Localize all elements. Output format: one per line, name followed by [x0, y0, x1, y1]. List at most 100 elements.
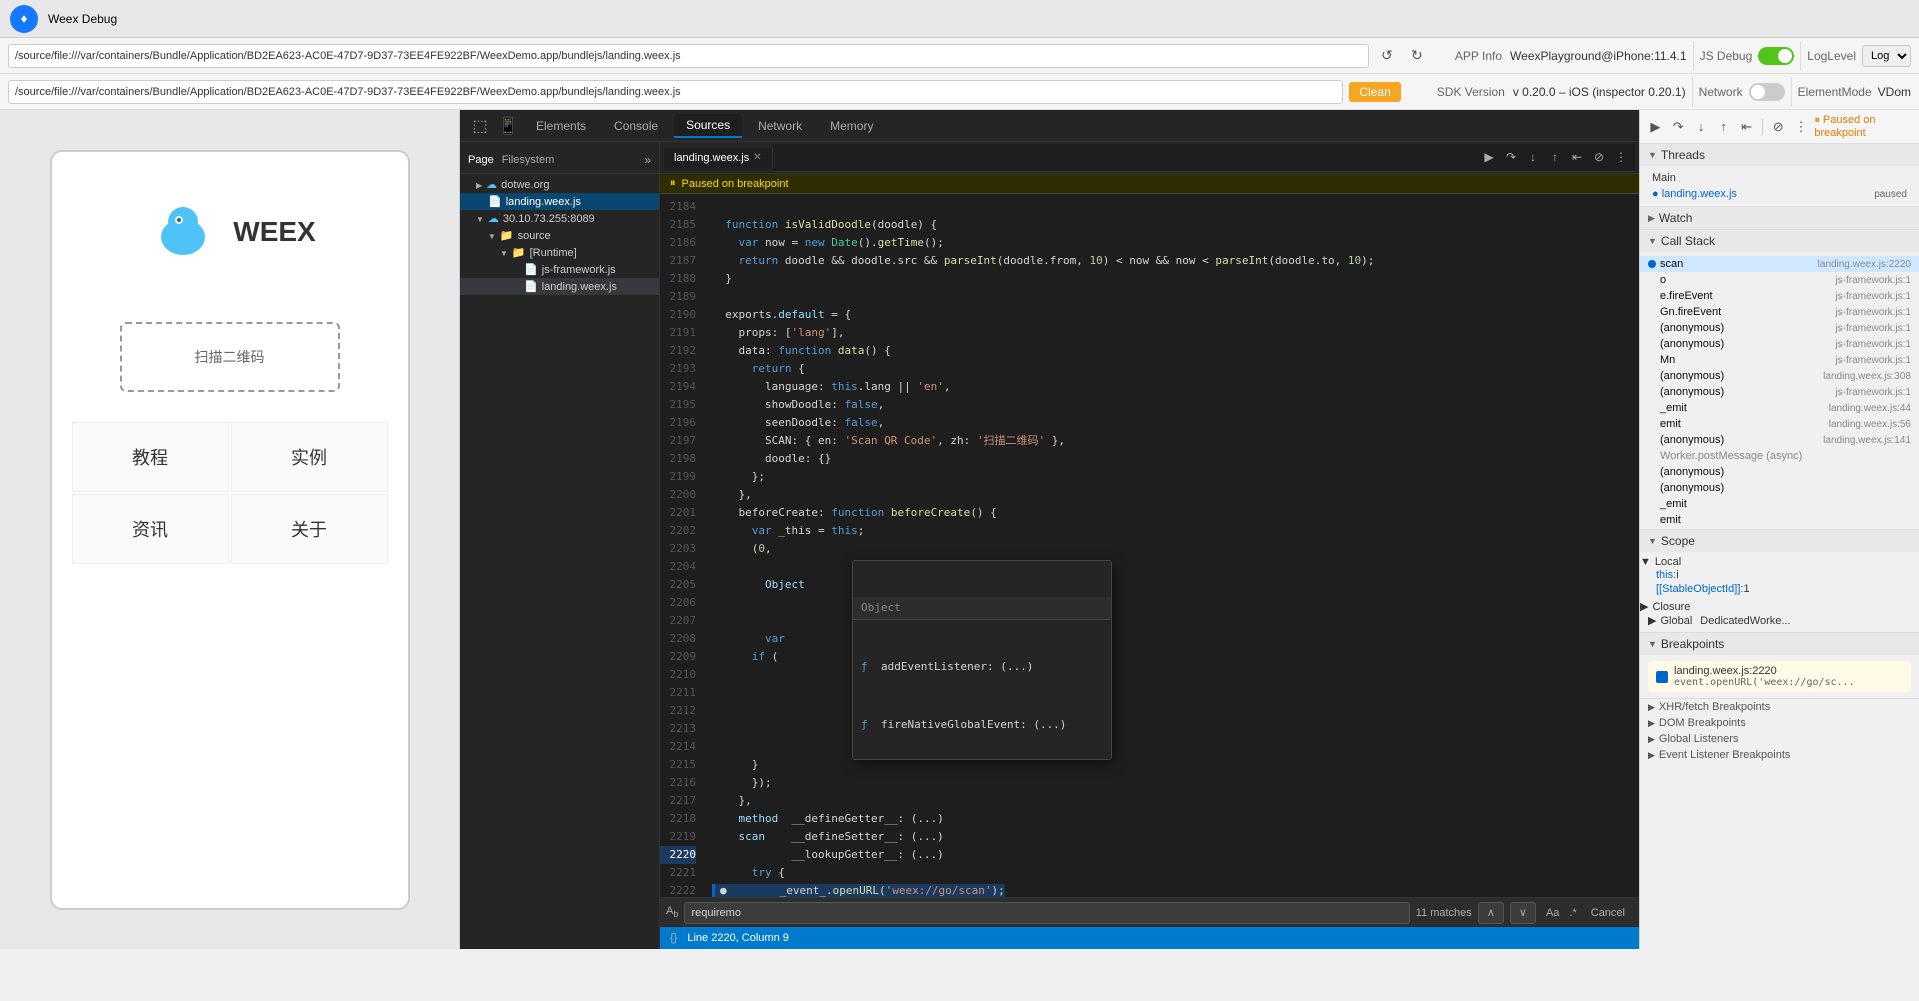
debug-step-over-btn[interactable]: ↷ [1669, 116, 1688, 138]
tree-item-landing[interactable]: 📄 landing.weex.js [460, 278, 659, 295]
debug-step-out-btn[interactable]: ↑ [1714, 116, 1733, 138]
back-btn[interactable]: ↺ [1375, 44, 1399, 68]
log-level-select[interactable]: Log [1862, 45, 1911, 67]
menu-item-tutorials[interactable]: 教程 [72, 422, 229, 492]
scope-header[interactable]: ▼ Scope [1640, 530, 1919, 552]
menu-item-examples[interactable]: 实例 [231, 422, 388, 492]
callstack-anon1[interactable]: (anonymous) js-framework.js:1 [1640, 320, 1919, 336]
thread-main[interactable]: Main [1640, 170, 1919, 186]
callstack-anon2[interactable]: (anonymous) js-framework.js:1 [1640, 336, 1919, 352]
callstack-mn[interactable]: Mn js-framework.js:1 [1640, 352, 1919, 368]
xhr-arrow: ▶ [1648, 702, 1655, 713]
threads-header[interactable]: ▼ Threads [1640, 144, 1919, 166]
settings-btn[interactable]: ⋮ [1611, 147, 1631, 167]
tree-item-runtime[interactable]: 📁 [Runtime] [460, 244, 659, 261]
callstack-worker[interactable]: Worker.postMessage (async) [1640, 448, 1919, 464]
debug-step-back-btn[interactable]: ⇤ [1737, 116, 1756, 138]
tab-console[interactable]: Console [602, 115, 670, 137]
ac-item-addeventlistener[interactable]: ƒaddEventListener: (...) [853, 656, 1111, 678]
deactivate-btn[interactable]: ⊘ [1589, 147, 1609, 167]
callstack-scan[interactable]: scan landing.weex.js:2220 [1640, 256, 1919, 272]
callstack-anon4[interactable]: (anonymous) js-framework.js:1 [1640, 384, 1919, 400]
callstack-anon5[interactable]: (anonymous) landing.weex.js:141 [1640, 432, 1919, 448]
callstack-emit1[interactable]: _emit landing.weex.js:44 [1640, 400, 1919, 416]
tab-elements[interactable]: Elements [524, 115, 598, 137]
callstack-anon7[interactable]: (anonymous) [1640, 480, 1919, 496]
url-input[interactable] [8, 44, 1369, 68]
regex-btn[interactable]: .* [1569, 907, 1576, 919]
inspect-icon[interactable]: ⬚ [468, 114, 492, 138]
dom-breakpoints-group[interactable]: ▶ DOM Breakpoints [1640, 715, 1919, 731]
tree-item-dotwe[interactable]: dotwe.org [460, 176, 659, 193]
ac-item-firenative[interactable]: ƒfireNativeGlobalEvent: (...) [853, 714, 1111, 736]
folder-icon2: 📁 [512, 246, 526, 259]
call-dot [1648, 260, 1656, 268]
step-into-btn[interactable]: ↓ [1523, 147, 1543, 167]
tree-item-jsfw[interactable]: 📄 js-framework.js [460, 261, 659, 278]
status-bar: {} Line 2220, Column 9 [660, 927, 1639, 949]
search-next-btn[interactable]: ∨ [1510, 902, 1536, 924]
tree-item-landing-top[interactable]: 📄 landing.weex.js [460, 193, 659, 210]
bp-checkbox[interactable] [1656, 671, 1668, 683]
callstack-anon3[interactable]: (anonymous) landing.weex.js:308 [1640, 368, 1919, 384]
history-url-input[interactable] [8, 80, 1343, 104]
step-over-btn[interactable]: ↷ [1501, 147, 1521, 167]
callstack-emit2[interactable]: emit landing.weex.js:56 [1640, 416, 1919, 432]
callstack-anon6[interactable]: (anonymous) [1640, 464, 1919, 480]
breakpoints-header[interactable]: ▼ Breakpoints [1640, 633, 1919, 655]
center-panel: ⬚ 📱 Elements Console Sources Network Mem… [460, 110, 1639, 949]
tree-tab-page[interactable]: Page [468, 154, 494, 166]
callstack-emit4[interactable]: emit [1640, 512, 1919, 528]
log-level-label: LogLevel [1807, 49, 1856, 63]
step-back-btn[interactable]: ⇤ [1567, 147, 1587, 167]
debug-sep [1762, 119, 1763, 135]
bird-icon [143, 192, 223, 272]
scope-stableid: [[StableObjectId]]: 1 [1640, 582, 1919, 596]
tab-close-icon[interactable]: ✕ [753, 152, 761, 163]
clean-button[interactable]: Clean [1349, 82, 1400, 102]
tree-item-source[interactable]: 📁 source [460, 227, 659, 244]
callstack-efireevent[interactable]: e.fireEvent js-framework.js:1 [1640, 288, 1919, 304]
debug-play-btn[interactable]: ▶ [1646, 116, 1665, 138]
tab-memory[interactable]: Memory [818, 115, 885, 137]
editor-tab-landing[interactable]: landing.weex.js ✕ [664, 148, 773, 168]
app-info-label: APP Info [1455, 49, 1502, 63]
qr-container[interactable]: 扫描二维码 [120, 322, 340, 392]
step-out-btn[interactable]: ↑ [1545, 147, 1565, 167]
device-icon[interactable]: 📱 [496, 114, 520, 138]
debug-deactivate-btn[interactable]: ⊘ [1769, 116, 1788, 138]
refresh-btn[interactable]: ↻ [1405, 44, 1429, 68]
code-lines[interactable]: function isValidDoodle(doodle) { var now… [704, 194, 1639, 897]
xhr-breakpoints-group[interactable]: ▶ XHR/fetch Breakpoints [1640, 699, 1919, 715]
code-editor-outer: landing.weex.js ✕ ▶ ↷ ↓ ↑ ⇤ ⊘ ⋮ ⏸ [660, 142, 1639, 949]
tab-sources[interactable]: Sources [674, 114, 742, 138]
menu-item-news[interactable]: 资讯 [72, 494, 229, 564]
arrow-down-icon3 [500, 247, 508, 259]
code-content[interactable]: 21842185218621872188 2189219021912192219… [660, 194, 1639, 897]
scope-local-label[interactable]: ▼ Local [1640, 556, 1919, 568]
tree-item-ip[interactable]: 30.10.73.255:8089 [460, 210, 659, 227]
js-debug-toggle[interactable] [1758, 47, 1794, 65]
tree-tab-filesystem[interactable]: Filesystem [502, 154, 555, 166]
pause-icon: ⏸ [670, 177, 676, 190]
search-prev-btn[interactable]: ∧ [1478, 902, 1504, 924]
debug-settings-btn[interactable]: ⋮ [1792, 116, 1811, 138]
search-cancel-btn[interactable]: Cancel [1583, 902, 1633, 924]
case-sensitive-btn[interactable]: Aa [1546, 907, 1559, 919]
play-btn[interactable]: ▶ [1479, 147, 1499, 167]
tree-more-icon[interactable]: » [644, 153, 651, 167]
callstack-gnfireevent[interactable]: Gn.fireEvent js-framework.js:1 [1640, 304, 1919, 320]
thread-landing[interactable]: ● landing.weex.js paused [1640, 186, 1919, 202]
callstack-o[interactable]: o js-framework.js:1 [1640, 272, 1919, 288]
scope-closure-label[interactable]: ▶ Closure [1640, 600, 1919, 613]
tab-network[interactable]: Network [746, 115, 814, 137]
watch-header[interactable]: ▶ Watch [1640, 207, 1919, 229]
menu-item-about[interactable]: 关于 [231, 494, 388, 564]
callstack-header[interactable]: ▼ Call Stack [1640, 230, 1919, 252]
event-listener-breakpoints-group[interactable]: ▶ Event Listener Breakpoints [1640, 747, 1919, 763]
search-input[interactable] [684, 902, 1409, 924]
debug-step-into-btn[interactable]: ↓ [1692, 116, 1711, 138]
global-listeners-group[interactable]: ▶ Global Listeners [1640, 731, 1919, 747]
network-toggle[interactable] [1749, 83, 1785, 101]
callstack-emit3[interactable]: _emit [1640, 496, 1919, 512]
